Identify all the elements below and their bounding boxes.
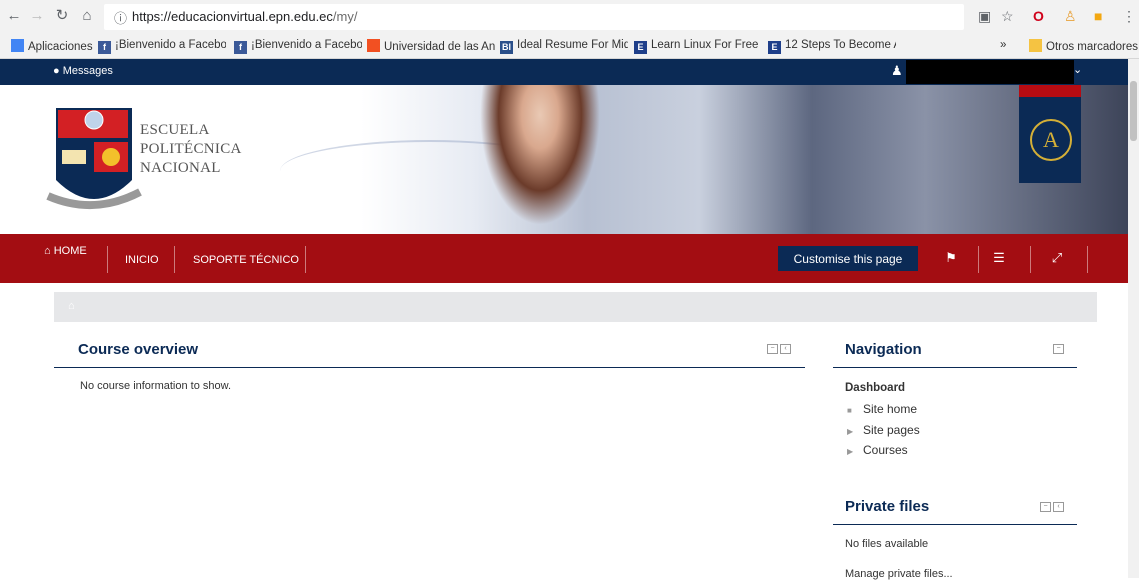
menu-inicio[interactable]: INICIO bbox=[125, 254, 159, 266]
star-icon[interactable]: ☆ bbox=[1001, 8, 1014, 25]
user-icon: ♟ bbox=[891, 63, 903, 78]
menu-divider bbox=[1030, 246, 1031, 273]
private-files-empty: No files available bbox=[845, 538, 929, 550]
back-icon[interactable]: ← bbox=[4, 6, 24, 26]
customise-page-button[interactable]: Customise this page bbox=[778, 246, 918, 271]
menu-soporte[interactable]: SOPORTE TÉCNICO bbox=[193, 254, 299, 266]
block-divider bbox=[833, 524, 1077, 525]
bookmark-item[interactable]: f ¡Bienvenido a Facebo bbox=[98, 39, 226, 54]
folder-icon bbox=[1029, 39, 1042, 52]
block-divider bbox=[54, 367, 805, 368]
nav-site-home[interactable]: ■ Site home bbox=[847, 402, 917, 416]
collapse-icon[interactable]: − bbox=[1053, 344, 1064, 354]
menu-divider bbox=[305, 246, 306, 273]
course-overview-title: Course overview bbox=[78, 341, 199, 358]
bookmark-item[interactable]: f ¡Bienvenido a Facebo bbox=[234, 39, 362, 54]
efy-icon: E bbox=[634, 41, 647, 54]
nav-courses[interactable]: ▶ Courses bbox=[847, 443, 908, 457]
menu-divider bbox=[1087, 246, 1088, 273]
scrollbar[interactable] bbox=[1128, 59, 1139, 578]
menu-kebab-icon[interactable]: ⋮ bbox=[1122, 8, 1136, 25]
expand-arrow-icon: ▶ bbox=[847, 427, 854, 436]
bookmark-item[interactable]: BI Ideal Resume For Mid bbox=[500, 39, 628, 54]
forward-icon[interactable]: → bbox=[27, 6, 47, 26]
bookmarks-more[interactable]: » bbox=[1000, 39, 1006, 51]
bullet-icon: ■ bbox=[847, 406, 852, 415]
expand-arrow-icon: ▶ bbox=[847, 447, 854, 456]
epn-crest-logo[interactable] bbox=[44, 100, 144, 220]
facebook-icon: f bbox=[234, 41, 247, 54]
main-menu-bar: ⌂ HOME INICIO SOPORTE TÉCNICO Customise … bbox=[0, 234, 1128, 283]
messages-link[interactable]: ● Messages bbox=[53, 65, 113, 77]
reload-icon[interactable]: ↻ bbox=[52, 6, 72, 26]
nav-dashboard[interactable]: Dashboard bbox=[845, 382, 905, 394]
block-divider bbox=[833, 367, 1077, 368]
accreditation-pennant: A bbox=[1019, 85, 1081, 183]
browser-toolbar: ← → ↻ ⌂ ⓘ https://educacionvirtual.epn.e… bbox=[0, 0, 1139, 36]
expand-icon[interactable]: ⤢ bbox=[1048, 249, 1066, 267]
indent-icon[interactable]: ☰ bbox=[990, 249, 1008, 267]
home-icon[interactable]: ⌂ bbox=[77, 6, 97, 26]
breadcrumb: ⌂ bbox=[54, 292, 1097, 322]
extension-icon[interactable]: ♙ bbox=[1064, 8, 1077, 25]
efy-icon: E bbox=[768, 41, 781, 54]
user-name-redacted[interactable] bbox=[906, 60, 1074, 84]
facebook-icon: f bbox=[98, 41, 111, 54]
address-bar[interactable]: ⓘ https://educacionvirtual.epn.edu.ec/my… bbox=[104, 4, 964, 30]
nav-site-pages[interactable]: ▶ Site pages bbox=[847, 423, 920, 437]
translate-icon[interactable]: ▣ bbox=[978, 8, 991, 25]
page-topbar: ● Messages ♟ ⌄ bbox=[0, 59, 1128, 85]
menu-home[interactable]: ⌂ HOME bbox=[44, 245, 87, 257]
apps-grid-icon bbox=[11, 39, 24, 52]
collapse-icon[interactable]: − bbox=[767, 344, 778, 354]
flag-icon[interactable]: ⚑ bbox=[942, 249, 960, 267]
institution-name: ESCUELA POLITÉCNICA NACIONAL bbox=[140, 122, 242, 176]
accreditation-medal: A bbox=[1030, 119, 1072, 161]
chevron-down-icon[interactable]: ⌄ bbox=[1073, 63, 1082, 76]
header-banner: ESCUELA POLITÉCNICA NACIONAL A bbox=[0, 85, 1128, 234]
info-icon[interactable]: ⓘ bbox=[114, 8, 127, 27]
opera-icon[interactable]: O bbox=[1033, 8, 1044, 24]
home-icon: ⌂ bbox=[44, 245, 51, 257]
bookmark-item[interactable]: E Learn Linux For Free F bbox=[634, 39, 762, 54]
microsoft-icon bbox=[367, 39, 380, 52]
bi-icon: BI bbox=[500, 41, 513, 54]
menu-divider bbox=[978, 246, 979, 273]
menu-divider bbox=[107, 246, 108, 273]
banner-photo bbox=[475, 85, 605, 234]
url-text: https://educacionvirtual.epn.edu.ec/my/ bbox=[132, 9, 358, 24]
breadcrumb-home-icon[interactable]: ⌂ bbox=[68, 300, 75, 312]
chat-icon: ● bbox=[53, 65, 60, 77]
menu-divider bbox=[174, 246, 175, 273]
extension-m-icon[interactable]: ■ bbox=[1094, 8, 1102, 24]
scrollbar-thumb[interactable] bbox=[1130, 81, 1137, 141]
bookmark-other-folder[interactable]: Otros marcadores bbox=[1029, 39, 1138, 53]
dock-icon[interactable]: ‹ bbox=[780, 344, 791, 354]
collapse-icon[interactable]: − bbox=[1040, 502, 1051, 512]
navigation-title: Navigation bbox=[845, 341, 922, 358]
course-overview-empty: No course information to show. bbox=[80, 380, 232, 392]
dock-icon[interactable]: ‹ bbox=[1053, 502, 1064, 512]
private-files-title: Private files bbox=[845, 498, 930, 515]
bookmark-item[interactable]: E 12 Steps To Become A bbox=[768, 39, 896, 54]
bookmarks-bar: Aplicaciones f ¡Bienvenido a Facebo f ¡Bie… bbox=[0, 36, 1139, 59]
manage-private-files-link[interactable]: Manage private files... bbox=[845, 568, 953, 580]
bookmark-apps[interactable]: Aplicaciones bbox=[11, 39, 93, 53]
bookmark-item[interactable]: Universidad de las An bbox=[367, 39, 495, 53]
